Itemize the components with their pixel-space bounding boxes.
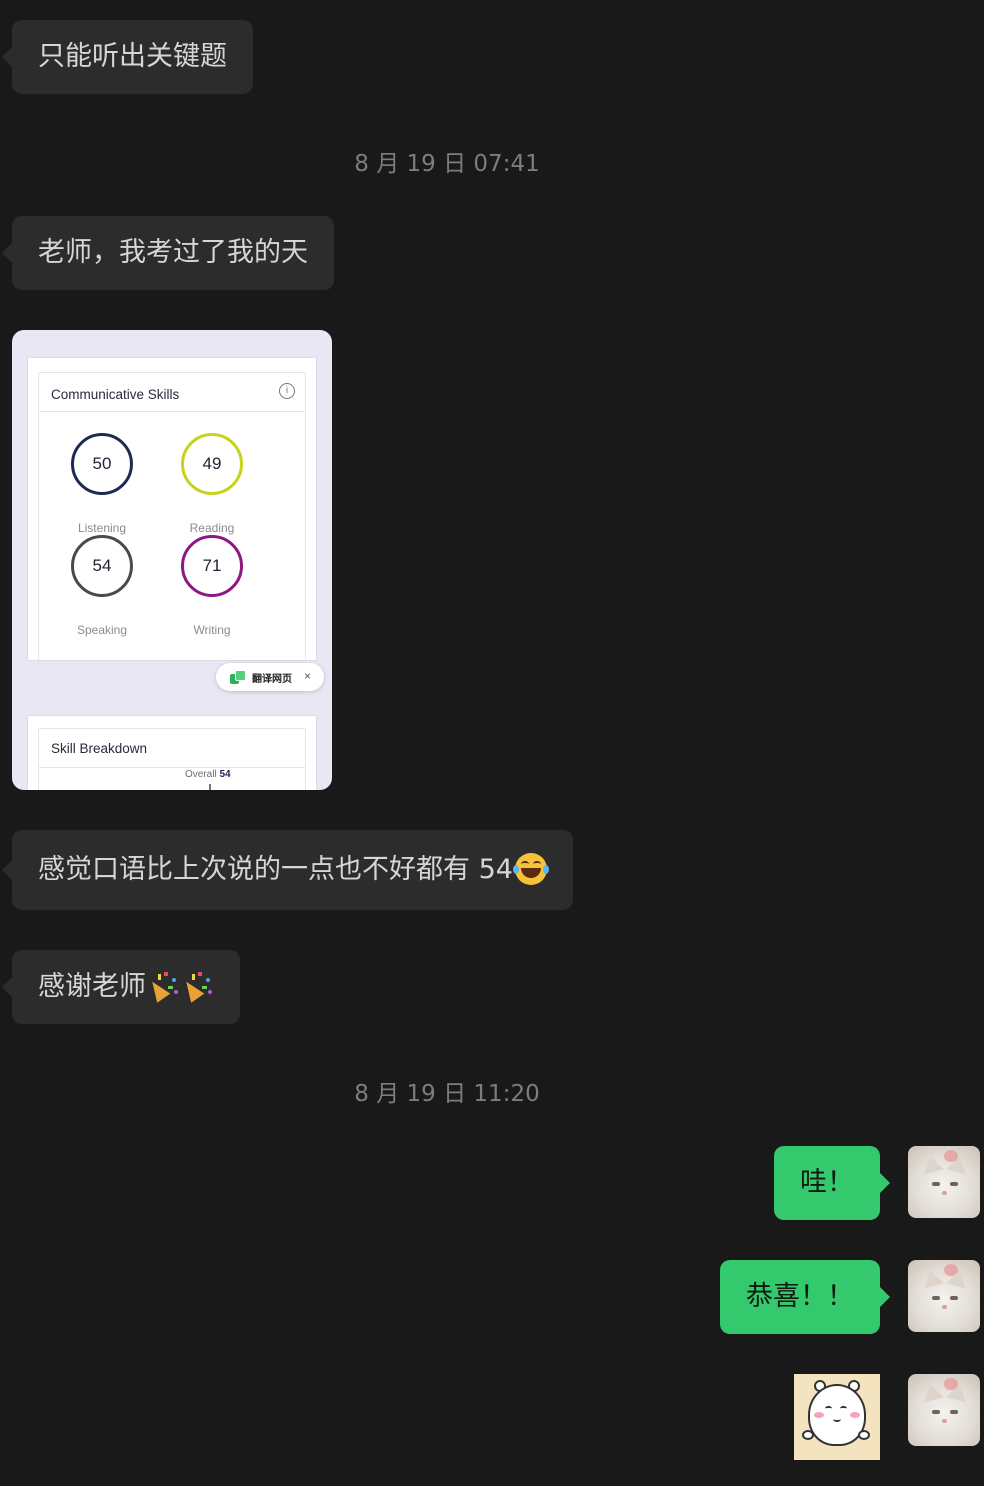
communicative-skills-panel: Communicative Skills i 50 Listening 49 R… [28, 358, 316, 664]
overall-score: Overall 54 [185, 769, 231, 780]
writing-label: Writing [193, 623, 231, 637]
message-text: 老师，我考过了我的天 [38, 237, 308, 268]
info-icon: i [279, 383, 295, 399]
overall-marker [209, 784, 211, 790]
overall-value: 54 [219, 769, 231, 780]
party-popper-icon [179, 970, 214, 1003]
message-text: 感觉口语比上次说的一点也不好都有 54 [38, 854, 513, 885]
card-title: Skill Breakdown [51, 741, 148, 756]
overall-label: Overall [185, 769, 217, 780]
message-bubble-incoming[interactable]: 老师，我考过了我的天 [2, 216, 334, 290]
card-title: Communicative Skills [51, 387, 180, 402]
avatar[interactable] [908, 1260, 980, 1332]
timestamp: 8 月 19 日 07:41 [354, 151, 540, 177]
translate-icon [230, 670, 246, 684]
message-text: 感谢老师 [38, 971, 146, 1002]
writing-score-ring: 71 [181, 535, 243, 597]
divider [39, 767, 305, 768]
message-bubble-incoming[interactable]: 感觉口语比上次说的一点也不好都有 54 [2, 830, 573, 910]
close-icon: × [304, 669, 312, 683]
skill-breakdown-panel: Skill Breakdown Overall 54 [28, 716, 316, 790]
message-bubble-outgoing[interactable]: 恭喜！！ [720, 1260, 890, 1334]
reading-label: Reading [189, 521, 235, 535]
divider [39, 411, 305, 412]
message-bubble-incoming[interactable]: 只能听出关键题 [2, 20, 253, 94]
translate-page-pill: 翻译网页 × [216, 663, 324, 691]
party-popper-icon [145, 970, 180, 1003]
message-text: 只能听出关键题 [38, 41, 227, 72]
message-bubble-outgoing[interactable]: 哇！ [774, 1146, 890, 1220]
reading-score-ring: 49 [181, 433, 243, 495]
listening-label: Listening [77, 521, 127, 535]
message-bubble-incoming[interactable]: 感谢老师 [2, 950, 240, 1024]
image-message-score-report[interactable]: Communicative Skills i 50 Listening 49 R… [12, 330, 332, 790]
speaking-label: Speaking [76, 623, 128, 637]
face-with-tears-of-joy-icon [512, 852, 549, 885]
communicative-skills-card: Communicative Skills i 50 Listening 49 R… [38, 372, 306, 664]
sticker-message[interactable] [794, 1374, 880, 1460]
speaking-score-ring: 54 [71, 535, 133, 597]
avatar[interactable] [908, 1146, 980, 1218]
translate-label: 翻译网页 [252, 674, 292, 685]
skill-breakdown-card: Skill Breakdown Overall 54 [38, 728, 306, 790]
timestamp: 8 月 19 日 11:20 [354, 1081, 540, 1107]
message-text: 哇！ [800, 1167, 854, 1198]
message-text: 恭喜！！ [746, 1281, 854, 1312]
avatar[interactable] [908, 1374, 980, 1446]
listening-score-ring: 50 [71, 433, 133, 495]
